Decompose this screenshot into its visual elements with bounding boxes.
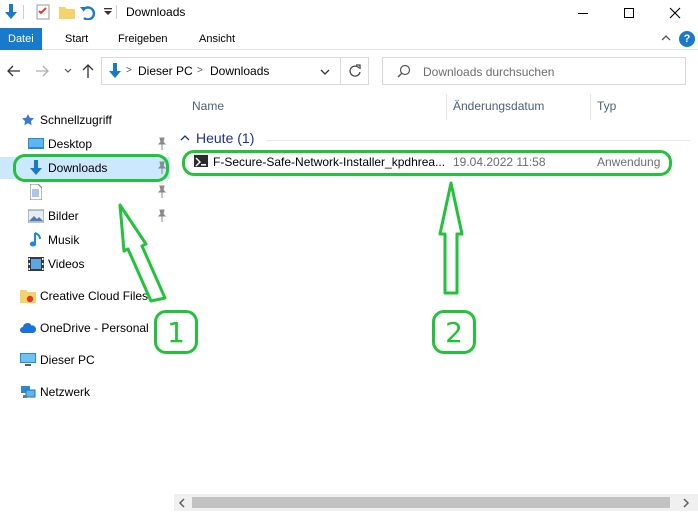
annotation-arrow-2 [438,181,464,295]
annotation-arrows [118,181,464,303]
annotation-badge-2: 2 [432,310,476,354]
annotation-arrow-1 [118,203,167,303]
annotation-badge-1: 1 [154,310,198,354]
